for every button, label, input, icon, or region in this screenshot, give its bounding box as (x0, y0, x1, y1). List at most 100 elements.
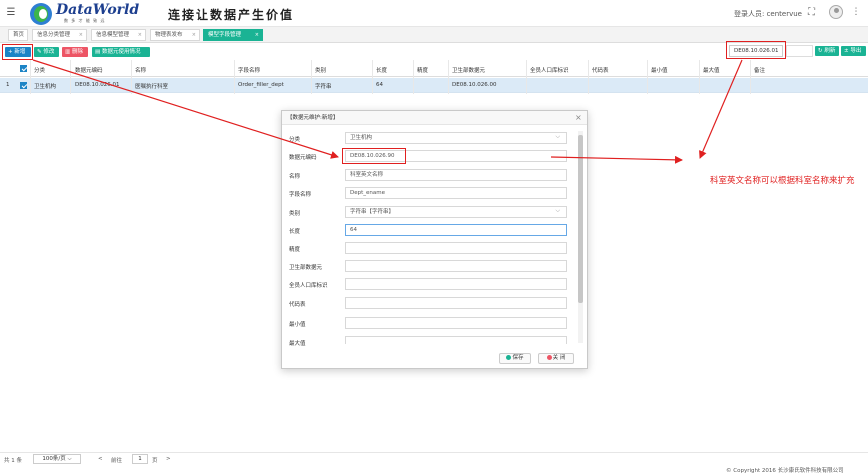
column-header[interactable]: 精度 (417, 66, 428, 74)
field-label: 代码表 (289, 302, 306, 308)
category-value: 卫生机构 (350, 135, 373, 141)
column-header[interactable]: 长度 (376, 66, 387, 74)
delete-label: 删除 (71, 49, 83, 55)
close-icon[interactable]: × (192, 30, 196, 40)
export-button[interactable]: ± 导出 (841, 46, 866, 56)
page-suffix: 页 (152, 458, 158, 464)
field-label: 最大值 (289, 341, 306, 347)
precision-input[interactable] (345, 242, 567, 254)
more-vertical-icon[interactable]: ⋮ (851, 7, 861, 18)
category-select[interactable]: 卫生机构 ⌵ (345, 132, 567, 144)
page-number-input[interactable]: 1 (132, 454, 148, 464)
app-header: ☰ DataWorld 数 多 才 能 致 远 连接让数据产生价值 登录人员: … (0, 0, 868, 27)
next-page-button[interactable]: > (166, 456, 171, 462)
field-label: 卫生部数据元 (289, 265, 323, 271)
table-cell: Order_filler_dept (238, 82, 284, 88)
field-label: 分类 (289, 137, 301, 143)
close-icon[interactable]: × (255, 30, 259, 40)
column-header[interactable]: 全员人口库标识 (530, 66, 569, 74)
column-header[interactable]: 最小值 (651, 66, 668, 74)
column-divider (413, 60, 414, 94)
logo-subtitle: 数 多 才 能 致 远 (64, 18, 106, 23)
table-cell: 64 (376, 82, 383, 88)
min-value-input[interactable] (345, 317, 567, 329)
column-divider (448, 60, 449, 94)
table-cell: DE08.10.026.00 (452, 82, 497, 88)
code-table-input[interactable] (345, 297, 567, 309)
column-divider (311, 60, 312, 94)
hamburger-icon[interactable]: ☰ (6, 8, 16, 18)
usage-button[interactable]: ▤ 数据元使用情况 (92, 47, 150, 57)
column-header[interactable]: 代码表 (592, 66, 609, 74)
column-header[interactable]: 数据元编码 (75, 66, 103, 74)
highlight-box-search (726, 41, 786, 59)
copyright-text: © Copyright 2016 长沙康氏软件科技有限公司 (726, 468, 844, 474)
highlight-box-add (2, 44, 33, 60)
column-header[interactable]: 名称 (135, 66, 146, 74)
delete-button[interactable]: ▥ 删除 (62, 47, 88, 57)
row-index: 1 (6, 82, 10, 88)
field-label: 精度 (289, 247, 301, 253)
highlight-box-code (342, 148, 406, 164)
save-button[interactable]: 保存 (499, 353, 531, 364)
prev-page-button[interactable]: < (98, 456, 103, 462)
column-divider (70, 60, 71, 94)
tab-label: 首页 (13, 32, 25, 38)
tab-label: 信息分类管理 (37, 32, 71, 38)
column-divider (588, 60, 589, 94)
annotation-note: 科室英文名称可以根据科室名称来扩充 (710, 176, 855, 186)
select-all-checkbox[interactable] (20, 65, 27, 72)
close-icon[interactable]: × (79, 30, 83, 40)
column-header[interactable]: 字段名称 (238, 66, 260, 74)
export-label: 导出 (850, 48, 862, 54)
column-divider (526, 60, 527, 94)
goto-label: 前往 (111, 458, 123, 464)
page-size-select[interactable]: 100条/页 ⌵ (33, 454, 81, 464)
fullscreen-icon[interactable]: ⛶ (808, 8, 818, 18)
refresh-button[interactable]: ↻ 刷新 (815, 46, 839, 56)
logo-text: DataWorld (56, 2, 140, 18)
tab-info-category[interactable]: 信息分类管理 × (32, 29, 87, 41)
field-label: 名称 (289, 174, 301, 180)
cancel-circle-icon (546, 354, 552, 360)
dialog-scrollbar-thumb[interactable] (578, 135, 583, 303)
column-divider (372, 60, 373, 94)
search-extra-input[interactable] (786, 45, 813, 57)
pagination-bar: 共 1 条 100条/页 ⌵ < 前往 1 页 > (0, 452, 868, 466)
edit-button[interactable]: ✎ 修改 (34, 47, 59, 57)
chevron-down-icon: ⌵ (555, 207, 560, 214)
close-icon[interactable]: × (138, 30, 142, 40)
tab-info-model[interactable]: 信息模型管理 × (91, 29, 146, 41)
length-input[interactable]: 64 (345, 224, 567, 236)
logo-icon (30, 3, 52, 25)
page-size-value: 100条/页 (42, 456, 66, 462)
close-label: 关 闭 (552, 355, 566, 361)
column-header[interactable]: 最大值 (703, 66, 720, 74)
close-icon[interactable]: × (575, 113, 582, 123)
column-header[interactable]: 类别 (315, 66, 326, 74)
tab-model-field[interactable]: 模型字段管理 × (203, 29, 263, 41)
trash-icon: ▥ (65, 49, 72, 55)
column-divider (750, 60, 751, 94)
close-button[interactable]: 关 闭 (538, 353, 574, 364)
moh-element-input[interactable] (345, 260, 567, 272)
field-label: 长度 (289, 229, 301, 235)
name-input[interactable]: 科室英文名称 (345, 169, 567, 181)
field-label: 数据元编码 (289, 155, 317, 161)
avatar[interactable] (829, 5, 843, 19)
tab-label: 信息模型管理 (96, 32, 130, 38)
tab-label: 模型字段管理 (208, 32, 242, 38)
column-header[interactable]: 卫生部数据元 (452, 66, 485, 74)
max-value-input[interactable] (345, 336, 567, 344)
row-checkbox[interactable] (20, 82, 27, 89)
column-header[interactable]: 备注 (754, 66, 765, 74)
column-divider (699, 60, 700, 94)
column-header[interactable]: 分类 (34, 66, 45, 74)
population-id-input[interactable] (345, 278, 567, 290)
tab-home[interactable]: 首页 (8, 29, 28, 41)
tab-physical-table[interactable]: 物理表发布 × (150, 29, 200, 41)
field-name-input[interactable]: Dept_ename (345, 187, 567, 199)
type-select[interactable]: 字符串【字符串】 ⌵ (345, 206, 567, 218)
field-label: 全员人口库标识 (289, 283, 328, 289)
field-label: 最小值 (289, 322, 306, 328)
